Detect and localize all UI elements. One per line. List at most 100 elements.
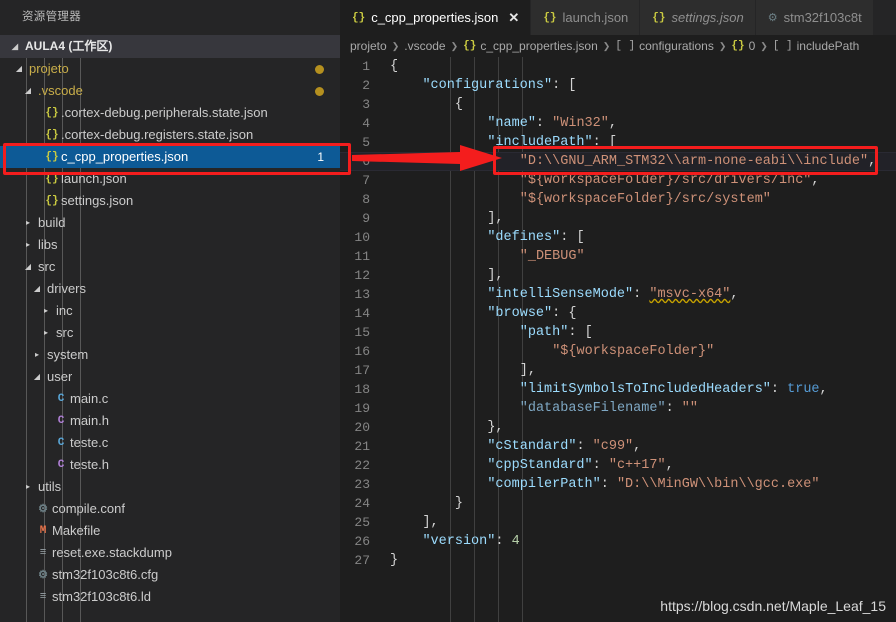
editor-tab[interactable]: {} launch.json (531, 0, 641, 35)
code-line[interactable]: 6 "D:\\GNU_ARM_STM32\\arm-none-eabi\\inc… (340, 152, 896, 171)
code-line[interactable]: 11 "_DEBUG" (340, 247, 896, 266)
tree-row[interactable]: ⚙ stm32f103c8t6.cfg (0, 564, 340, 586)
chevron-down-icon[interactable] (31, 278, 43, 300)
code-line[interactable]: 4 "name": "Win32", (340, 114, 896, 133)
tree-row[interactable]: projeto (0, 58, 340, 80)
breadcrumb-item[interactable]: projeto (350, 39, 387, 53)
code-line[interactable]: 10 "defines": [ (340, 228, 896, 247)
json-file-icon: {} (45, 151, 59, 163)
editor-tab[interactable]: {} c_cpp_properties.json ✕ (340, 0, 532, 35)
chevron-right-icon[interactable] (22, 476, 34, 498)
tree-row[interactable]: inc (0, 300, 340, 322)
code-line[interactable]: 21 "cStandard": "c99", (340, 437, 896, 456)
tree-row[interactable]: ≡ reset.exe.stackdump (0, 542, 340, 564)
tree-row[interactable]: user (0, 366, 340, 388)
tree-row[interactable]: {} .cortex-debug.registers.state.json (0, 124, 340, 146)
tree-row-selected[interactable]: {} c_cpp_properties.json 1 (0, 146, 340, 168)
tree-row-label: libs (38, 237, 58, 252)
chevron-right-icon[interactable] (22, 212, 34, 234)
code-line[interactable]: 15 "path": [ (340, 323, 896, 342)
chevron-right-icon[interactable] (22, 234, 34, 256)
tree-row-label: src (38, 259, 56, 274)
json-file-icon: {} (45, 173, 59, 185)
tree-row[interactable]: system (0, 344, 340, 366)
tree-row[interactable]: src (0, 256, 340, 278)
breadcrumb-item[interactable]: {} c_cpp_properties.json (463, 39, 598, 53)
breadcrumb-item[interactable]: {} 0 (731, 39, 755, 53)
code-line[interactable]: 12 ], (340, 266, 896, 285)
chevron-right-icon[interactable] (40, 322, 52, 344)
code-line[interactable]: 24 } (340, 494, 896, 513)
tree-row[interactable]: utils (0, 476, 340, 498)
code-line[interactable]: 3 { (340, 95, 896, 114)
breadcrumb[interactable]: projeto ❯ .vscode ❯{} c_cpp_properties.json ❯… (340, 35, 896, 57)
breadcrumb-item[interactable]: .vscode (404, 39, 445, 53)
breadcrumb-separator-icon: ❯ (450, 40, 459, 51)
code-line[interactable]: 20 }, (340, 418, 896, 437)
editor-tab[interactable]: {} settings.json (640, 0, 756, 35)
text-file-icon: ≡ (39, 547, 47, 559)
chevron-down-icon[interactable] (9, 36, 21, 58)
tree-row[interactable]: {} settings.json (0, 190, 340, 212)
breadcrumb-label: 0 (748, 39, 756, 53)
code-line[interactable]: 26 "version": 4 (340, 532, 896, 551)
editor-tab[interactable]: ⚙ stm32f103c8t (755, 0, 874, 35)
code-line[interactable]: 1{ (340, 57, 896, 76)
code-line[interactable]: 13 "intelliSenseMode": "msvc-x64", (340, 285, 896, 304)
code-line[interactable]: 5 "includePath": [ (340, 133, 896, 152)
tree-row-label: settings.json (61, 193, 134, 208)
chevron-down-icon[interactable] (22, 80, 34, 102)
tree-row[interactable]: build (0, 212, 340, 234)
tree-row[interactable]: Cteste.c (0, 432, 340, 454)
code-line[interactable]: 18 "limitSymbolsToIncludedHeaders": true… (340, 380, 896, 399)
tree-row[interactable]: M Makefile (0, 520, 340, 542)
tree-row[interactable]: ⚙ compile.conf (0, 498, 340, 520)
code-line[interactable]: 9 ], (340, 209, 896, 228)
tree-row[interactable]: Cmain.c (0, 388, 340, 410)
line-number: 11 (354, 249, 370, 264)
code-line[interactable]: 17 ], (340, 361, 896, 380)
workspace-root-row[interactable]: AULA4 (工作区) (0, 35, 340, 58)
object-icon: {} (731, 40, 745, 52)
tree-row-label: .cortex-debug.peripherals.state.json (61, 105, 268, 120)
code-line-text: ], (519, 363, 536, 378)
chevron-right-icon[interactable] (40, 300, 52, 322)
code-line[interactable]: 23 "compilerPath": "D:\\MinGW\\bin\\gcc.… (340, 475, 896, 494)
code-line[interactable]: 16 "${workspaceFolder}" (340, 342, 896, 361)
tree-row[interactable]: {} launch.json (0, 168, 340, 190)
breadcrumb-item[interactable]: [ ] includePath (773, 39, 860, 53)
code-line[interactable]: 25 ], (340, 513, 896, 532)
tree-row-label: src (56, 325, 74, 340)
close-icon[interactable]: ✕ (508, 11, 519, 24)
tree-row[interactable]: Cmain.h (0, 410, 340, 432)
code-line[interactable]: 7 "${workspaceFolder}/src/drivers/inc", (340, 171, 896, 190)
chevron-right-icon[interactable] (31, 344, 43, 366)
tree-row[interactable]: libs (0, 234, 340, 256)
code-line-text: "D:\\GNU_ARM_STM32\\arm-none-eabi\\inclu… (519, 154, 877, 169)
code-editor[interactable]: 1{2 "configurations": [3 {4 "name": "Win… (340, 57, 896, 622)
tree-row[interactable]: drivers (0, 278, 340, 300)
code-line[interactable]: 19 "databaseFilename": "" (340, 399, 896, 418)
code-line[interactable]: 22 "cppStandard": "c++17", (340, 456, 896, 475)
line-number: 5 (362, 135, 370, 150)
chevron-down-icon[interactable] (13, 58, 25, 80)
file-tree[interactable]: projeto.vscode{}.cortex-debug.peripheral… (0, 58, 340, 622)
breadcrumb-item[interactable]: [ ] configurations (615, 39, 714, 53)
code-line[interactable]: 14 "browse": { (340, 304, 896, 323)
code-line[interactable]: 27} (340, 551, 896, 570)
chevron-down-icon[interactable] (22, 256, 34, 278)
tree-row[interactable]: Cteste.h (0, 454, 340, 476)
chevron-down-icon[interactable] (31, 366, 43, 388)
tree-row[interactable]: src (0, 322, 340, 344)
tree-row[interactable]: .vscode (0, 80, 340, 102)
code-line[interactable]: 2 "configurations": [ (340, 76, 896, 95)
line-number: 6 (362, 154, 370, 169)
code-line-text: "intelliSenseMode": "msvc-x64", (487, 287, 739, 302)
line-number: 24 (354, 496, 370, 511)
code-line-text: } (454, 496, 463, 511)
code-line[interactable]: 8 "${workspaceFolder}/src/system" (340, 190, 896, 209)
tree-row-label: teste.h (70, 457, 110, 472)
tree-row[interactable]: ≡ stm32f103c8t6.ld (0, 586, 340, 608)
breadcrumb-separator-icon: ❯ (602, 40, 611, 51)
tree-row[interactable]: {} .cortex-debug.peripherals.state.json (0, 102, 340, 124)
